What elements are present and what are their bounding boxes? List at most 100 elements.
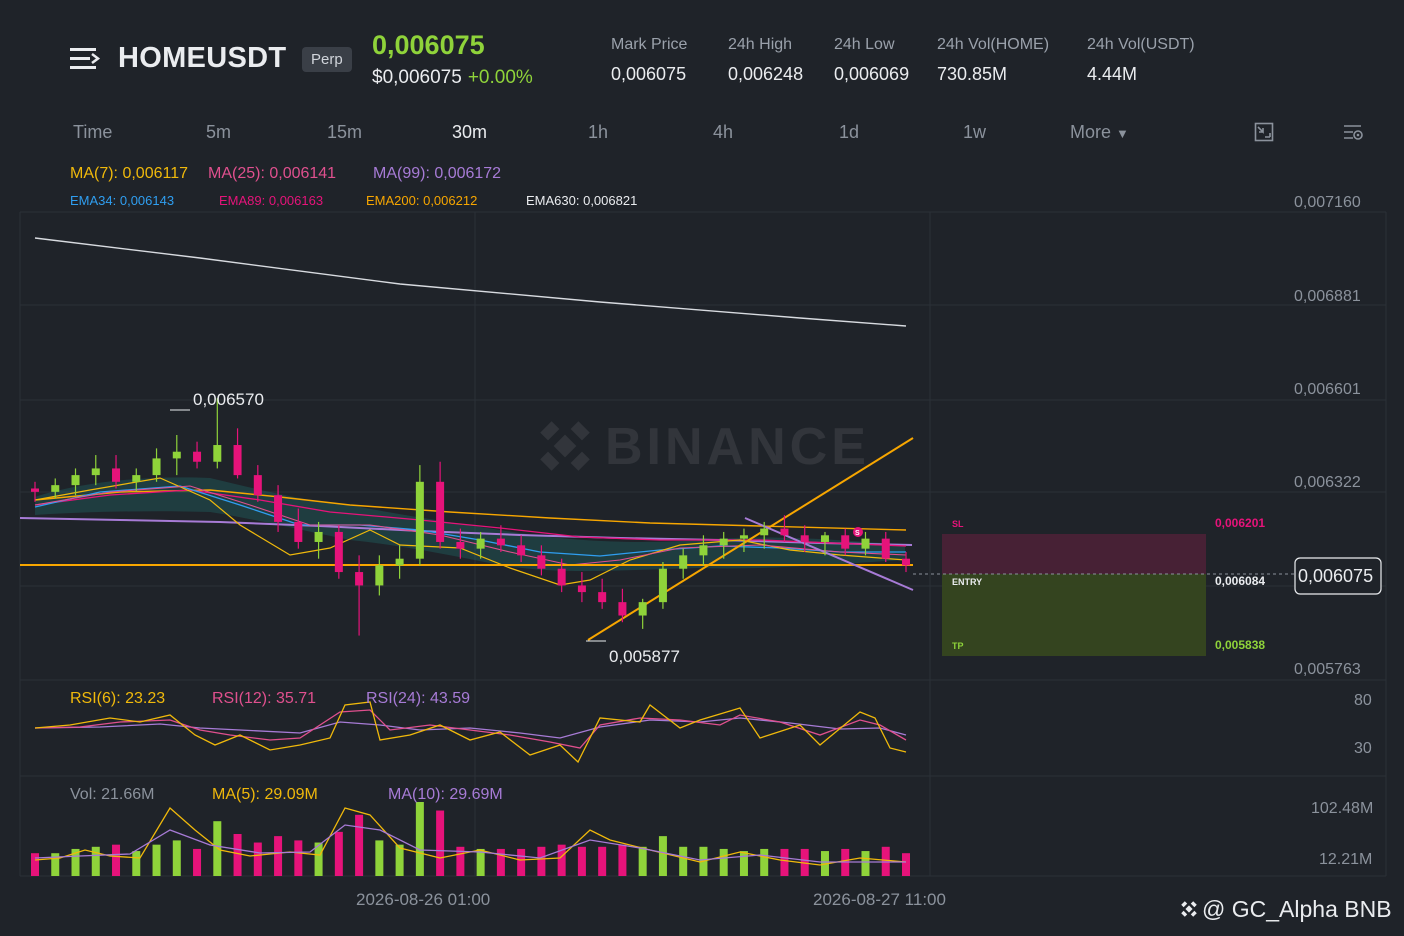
candle-down[interactable] [902, 558, 910, 566]
candle-down[interactable] [294, 521, 303, 542]
candle-up[interactable] [213, 445, 222, 462]
candle-up[interactable] [91, 468, 100, 476]
volume-bar[interactable] [739, 851, 748, 876]
candle-down[interactable] [618, 602, 627, 616]
binance-logo-icon [540, 421, 590, 471]
candle-up[interactable] [679, 555, 688, 569]
volume-bar[interactable] [436, 810, 445, 876]
candle-down[interactable] [881, 538, 890, 559]
volume-bar[interactable] [719, 848, 728, 876]
tp-price: 0,005838 [1215, 638, 1265, 652]
volume-bar[interactable] [415, 802, 424, 876]
vol-ma10-line [34, 824, 906, 863]
binance-watermark: BINANCE [540, 418, 866, 476]
volume-bar[interactable] [152, 844, 161, 876]
volume-bar[interactable] [253, 842, 262, 876]
sl-label: SL [952, 519, 964, 529]
volume-bar[interactable] [172, 840, 181, 876]
candle-down[interactable] [800, 535, 809, 542]
candle-down[interactable] [496, 538, 505, 546]
volume-bar[interactable] [31, 853, 39, 876]
candle-up[interactable] [172, 451, 181, 459]
candle-up[interactable] [760, 528, 769, 536]
candle-down[interactable] [456, 541, 465, 549]
price-axis-label: 0,007160 [1294, 194, 1361, 211]
volume-bar[interactable] [780, 848, 789, 876]
candle-up[interactable] [476, 538, 485, 549]
volume-bar[interactable] [233, 834, 242, 876]
candle-up[interactable] [699, 545, 708, 556]
candle-down[interactable] [233, 445, 242, 476]
candle-up[interactable] [820, 535, 829, 542]
ema630-line [34, 237, 907, 327]
candle-up[interactable] [395, 558, 404, 566]
candle-up[interactable] [861, 538, 870, 549]
vol-axis-top: 102.48M [1311, 800, 1373, 817]
price-axis-label: 0,006322 [1294, 474, 1361, 491]
price-axis-label: 0,006881 [1294, 288, 1361, 305]
candle-up[interactable] [314, 531, 323, 542]
volume-bar[interactable] [355, 814, 364, 876]
volume-bar[interactable] [294, 840, 303, 876]
candle-down[interactable] [112, 468, 121, 482]
credit-text: @ GC_Alpha BNB [1202, 896, 1392, 922]
volume-bar[interactable] [395, 844, 404, 876]
volume-bar[interactable] [618, 844, 627, 876]
candle-down[interactable] [193, 451, 202, 462]
candle-down[interactable] [274, 495, 283, 522]
candle-down[interactable] [841, 535, 850, 549]
candle-down[interactable] [334, 531, 343, 573]
candle-down[interactable] [355, 572, 364, 586]
candle-up[interactable] [71, 475, 80, 486]
volume-bar[interactable] [658, 836, 667, 876]
volume-bar[interactable] [193, 848, 202, 876]
volume-bars[interactable] [31, 802, 910, 876]
volume-bar[interactable] [274, 836, 283, 876]
candle-up[interactable] [415, 481, 424, 559]
volume-bar[interactable] [496, 848, 505, 876]
volume-bar[interactable] [577, 846, 586, 876]
candle-up[interactable] [658, 568, 667, 603]
candle-down[interactable] [436, 481, 445, 542]
volume-bar[interactable] [598, 846, 607, 876]
volume-bar[interactable] [902, 853, 910, 876]
stop-loss-zone[interactable] [942, 534, 1206, 574]
candle-down[interactable] [517, 545, 526, 556]
candle-up[interactable] [375, 565, 384, 586]
current-price-tag-text: 0,006075 [1298, 566, 1373, 586]
candle-down[interactable] [253, 475, 262, 496]
price-axis-label: 0,006601 [1294, 381, 1361, 398]
rsi6-legend: RSI(6): 23.23 [70, 690, 166, 707]
entry-price: 0,006084 [1215, 574, 1265, 588]
candle-up[interactable] [132, 475, 141, 482]
volume-bar[interactable] [334, 831, 343, 876]
volume-bar[interactable] [638, 846, 647, 876]
candle-down[interactable] [31, 488, 39, 492]
rsi6-line [34, 701, 907, 764]
candle-up[interactable] [719, 538, 728, 546]
candle-down[interactable] [557, 568, 566, 586]
candle-up[interactable] [638, 602, 647, 616]
rsi-axis-80: 80 [1354, 692, 1372, 709]
volume-bar[interactable] [537, 846, 546, 876]
price-chart[interactable]: BINANCE 0,006570 0,005877 S SL 0,006201 … [0, 0, 1404, 936]
candle-up[interactable] [739, 535, 748, 539]
candle-down[interactable] [577, 585, 586, 593]
signal-marker-label: S [855, 530, 860, 537]
candle-down[interactable] [537, 555, 546, 569]
volume-bar[interactable] [112, 844, 121, 876]
sl-price: 0,006201 [1215, 516, 1265, 530]
volume-bar[interactable] [679, 846, 688, 876]
vol-ma10-legend: MA(10): 29.69M [388, 786, 503, 803]
candle-down[interactable] [780, 528, 789, 536]
volume-bar[interactable] [132, 851, 141, 876]
candle-down[interactable] [598, 592, 607, 603]
volume-bar[interactable] [861, 851, 870, 876]
candle-up[interactable] [152, 458, 161, 476]
volume-bar[interactable] [91, 846, 100, 876]
candle-up[interactable] [51, 485, 60, 492]
volume-bar[interactable] [375, 840, 384, 876]
entry-label: ENTRY [952, 577, 982, 587]
volume-bar[interactable] [760, 848, 769, 876]
volume-bar[interactable] [517, 848, 526, 876]
